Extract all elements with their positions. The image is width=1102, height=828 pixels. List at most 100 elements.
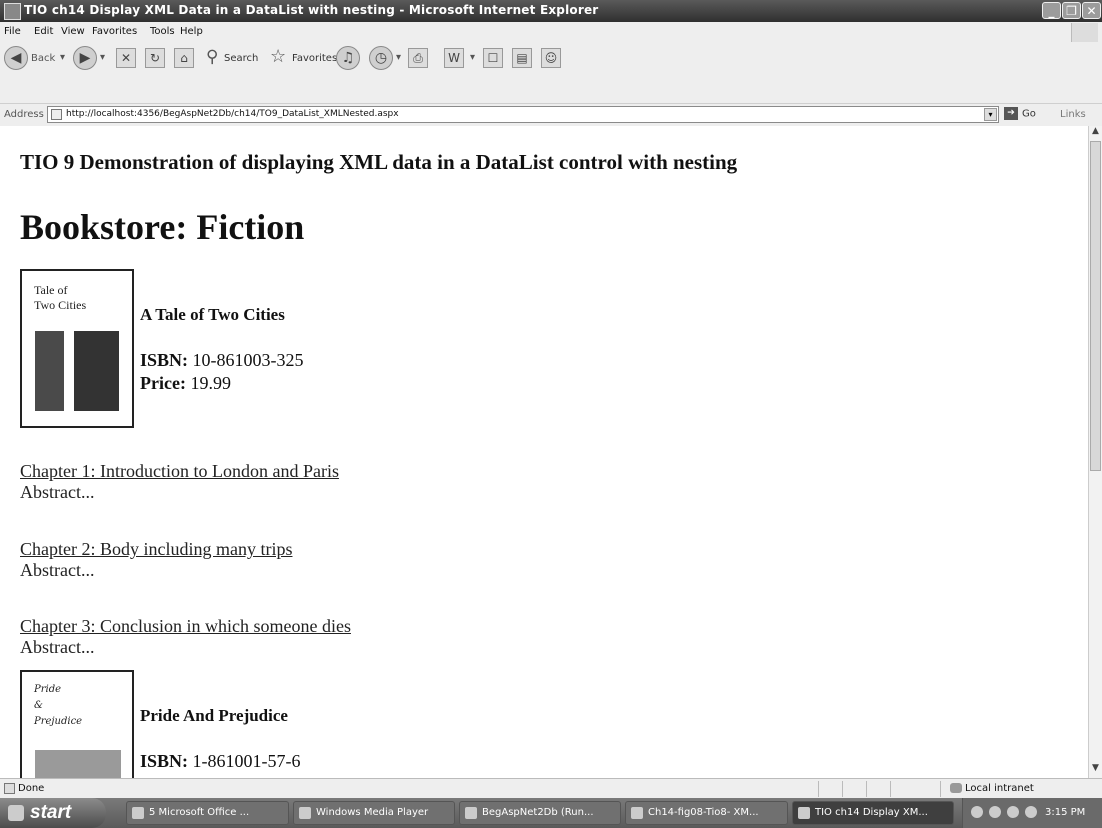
- print-icon[interactable]: ⎙: [408, 48, 428, 68]
- maximize-button[interactable]: ❐: [1062, 2, 1081, 19]
- intranet-icon: [950, 783, 962, 793]
- menu-bar: File Edit View Favorites Tools Help: [0, 22, 1102, 44]
- back-dropdown-icon[interactable]: ▾: [60, 52, 65, 63]
- page-icon: [4, 783, 15, 794]
- go-label: Go: [1022, 108, 1036, 120]
- book-title: Pride And Prejudice: [140, 706, 288, 725]
- menu-view[interactable]: View: [61, 26, 85, 37]
- window-title: TIO ch14 Display XML Data in a DataList …: [24, 3, 599, 17]
- home-icon[interactable]: ⌂: [174, 48, 194, 68]
- clock: 3:15 PM: [1045, 807, 1086, 818]
- forward-arrow-icon[interactable]: ▶: [73, 46, 97, 70]
- status-divider: [866, 781, 867, 797]
- chapter-abstract-3: Abstract...: [20, 637, 95, 657]
- cover-graphic: [35, 331, 64, 411]
- tray-expand-icon[interactable]: [971, 806, 983, 818]
- chapter-link-1[interactable]: Chapter 1: Introduction to London and Pa…: [20, 461, 339, 482]
- toolbar: ◀ Back ▾ ▶ ▾ ✕ ↻ ⌂ ⚲ Search ☆ Favorites …: [0, 43, 1102, 104]
- status-divider: [842, 781, 843, 797]
- cover-title: Pride & Prejudice: [34, 684, 83, 727]
- paint-icon: [631, 807, 643, 819]
- page-content: TIO 9 Demonstration of displaying XML da…: [0, 126, 1088, 778]
- windows-flag-icon: [1071, 23, 1098, 42]
- taskbar-item-ie-active[interactable]: TIO ch14 Display XM...: [792, 801, 954, 825]
- windows-logo-icon: [8, 805, 24, 821]
- cover-graphic: [35, 750, 121, 778]
- cover-graphic: [74, 331, 119, 411]
- book-isbn: ISBN: 1-861001-57-6: [140, 751, 301, 771]
- media-player-icon: [299, 807, 311, 819]
- chapter-abstract-1: Abstract...: [20, 482, 95, 502]
- book-title: A Tale of Two Cities: [140, 305, 285, 324]
- address-dropdown-icon[interactable]: ▾: [984, 108, 997, 121]
- refresh-icon[interactable]: ↻: [145, 48, 165, 68]
- book-isbn: ISBN: 10-861003-325: [140, 350, 304, 370]
- close-button[interactable]: ✕: [1082, 2, 1101, 19]
- chapter-abstract-2: Abstract...: [20, 560, 95, 580]
- forward-dropdown-icon[interactable]: ▾: [100, 52, 105, 63]
- scroll-up-icon[interactable]: ▲: [1089, 126, 1102, 141]
- status-divider: [818, 781, 819, 797]
- tray-volume-icon[interactable]: [1025, 806, 1037, 818]
- ie-icon: [4, 3, 21, 20]
- word-edit-icon[interactable]: W: [444, 48, 464, 68]
- media-icon[interactable]: ♫: [336, 46, 360, 70]
- vertical-scrollbar[interactable]: ▲ ▼: [1088, 126, 1102, 778]
- edit-dropdown-icon[interactable]: ▾: [470, 52, 475, 63]
- mail-dropdown-icon[interactable]: ▾: [396, 52, 401, 63]
- status-bar: Done Local intranet: [0, 778, 1102, 799]
- favorites-button-label[interactable]: Favorites: [292, 53, 337, 64]
- address-url[interactable]: http://localhost:4356/BegAspNet2Db/ch14/…: [66, 109, 399, 119]
- tray-network-icon[interactable]: [989, 806, 1001, 818]
- chapter-link-2[interactable]: Chapter 2: Body including many trips: [20, 539, 292, 560]
- menu-tools[interactable]: Tools: [150, 26, 175, 37]
- store-title: Bookstore: Fiction: [20, 207, 305, 247]
- go-arrow-icon: ➔: [1004, 107, 1018, 120]
- book-price: Price: 19.99: [140, 373, 231, 393]
- start-button[interactable]: start: [0, 798, 106, 828]
- status-divider: [890, 781, 891, 797]
- chapter-link-3[interactable]: Chapter 3: Conclusion in which someone d…: [20, 616, 351, 637]
- page-icon: [51, 109, 62, 120]
- menu-file[interactable]: File: [4, 26, 21, 37]
- cover-title: Tale of Two Cities: [34, 283, 87, 312]
- minimize-button[interactable]: _: [1042, 2, 1061, 19]
- taskbar-item-ch14-fig08[interactable]: Ch14-fig08-Tio8- XM...: [625, 801, 788, 825]
- taskbar-item-media-player[interactable]: Windows Media Player: [293, 801, 455, 825]
- page-heading: TIO 9 Demonstration of displaying XML da…: [20, 150, 738, 174]
- system-tray: 3:15 PM: [962, 798, 1102, 828]
- scroll-thumb[interactable]: [1090, 141, 1101, 471]
- book-cover-image: Pride & Prejudice: [20, 670, 134, 778]
- scroll-down-icon[interactable]: ▼: [1089, 763, 1102, 778]
- status-text: Done: [18, 783, 45, 794]
- address-bar: Address http://localhost:4356/BegAspNet2…: [0, 104, 1102, 127]
- favorites-star-icon[interactable]: ☆: [270, 46, 286, 67]
- messenger-icon[interactable]: ☺: [541, 48, 561, 68]
- research-icon[interactable]: ▤: [512, 48, 532, 68]
- visual-studio-icon: [465, 807, 477, 819]
- tray-security-icon[interactable]: [1007, 806, 1019, 818]
- taskbar-item-office[interactable]: 5 Microsoft Office ...: [126, 801, 289, 825]
- status-divider: [940, 781, 941, 797]
- menu-edit[interactable]: Edit: [34, 26, 53, 37]
- history-icon[interactable]: ◷: [369, 46, 393, 70]
- office-icon: [132, 807, 144, 819]
- book-cover-image: Tale of Two Cities: [20, 269, 134, 428]
- links-button[interactable]: Links: [1060, 109, 1086, 120]
- title-bar: TIO ch14 Display XML Data in a DataList …: [0, 0, 1102, 22]
- stop-icon[interactable]: ✕: [116, 48, 136, 68]
- taskbar-item-begaspnet[interactable]: BegAspNet2Db (Run...: [459, 801, 621, 825]
- menu-favorites[interactable]: Favorites: [92, 26, 137, 37]
- menu-help[interactable]: Help: [180, 26, 203, 37]
- back-button-label[interactable]: Back: [31, 53, 55, 64]
- security-zone: Local intranet: [950, 783, 1034, 794]
- address-label: Address: [4, 109, 44, 120]
- search-button-label[interactable]: Search: [224, 53, 258, 64]
- back-arrow-icon[interactable]: ◀: [4, 46, 28, 70]
- go-button[interactable]: ➔ Go: [1004, 107, 1036, 120]
- discuss-icon[interactable]: ☐: [483, 48, 503, 68]
- search-icon[interactable]: ⚲: [206, 47, 218, 67]
- ie-icon: [798, 807, 810, 819]
- address-input[interactable]: http://localhost:4356/BegAspNet2Db/ch14/…: [47, 106, 999, 123]
- taskbar: start 5 Microsoft Office ... Windows Med…: [0, 798, 1102, 828]
